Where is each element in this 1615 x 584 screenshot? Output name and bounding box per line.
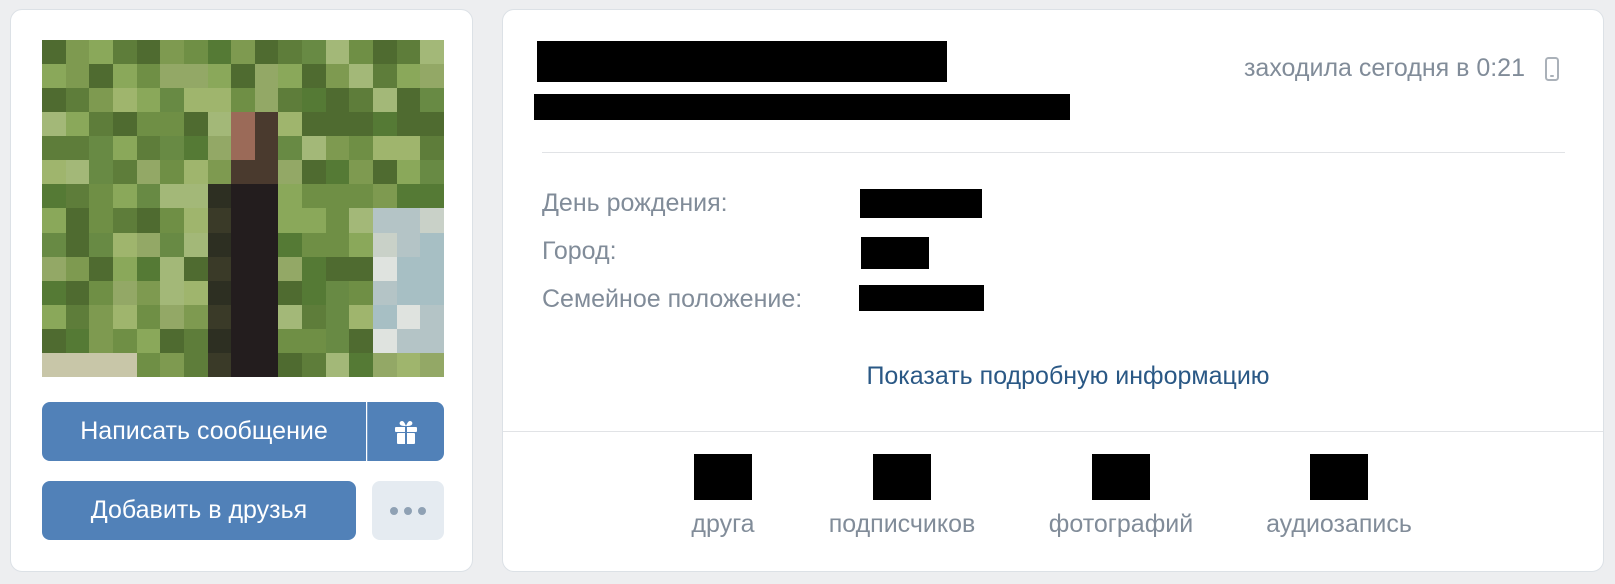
gift-icon [395,420,417,444]
redacted-status [534,94,1070,120]
gift-button[interactable] [367,402,444,461]
redacted-count [1092,454,1150,500]
profile-info-card: заходила сегодня в 0:21 День рождения: Г… [502,9,1604,572]
phone-icon [1545,57,1559,81]
redacted-count [1310,454,1368,500]
profile-avatar[interactable] [42,40,444,377]
more-actions-button[interactable] [372,481,444,540]
last-seen-text: заходила сегодня в 0:21 [1243,54,1525,82]
redacted-birthday-value [860,189,982,218]
send-message-label: Написать сообщение [80,417,328,445]
counter-audio[interactable]: аудиозапись [1239,454,1439,539]
counters-divider [503,431,1603,432]
profile-left-card: Написать сообщение Добавить в друзья [10,9,473,572]
add-friend-button[interactable]: Добавить в друзья [42,481,356,540]
info-label-city: Город: [542,237,617,265]
redacted-count [873,454,931,500]
counter-label: друга [691,510,755,538]
more-dots-icon [390,506,426,515]
counter-label: подписчиков [828,510,976,538]
counter-photos[interactable]: фотографий [1021,454,1221,539]
counter-label: фотографий [1048,510,1194,538]
send-message-button[interactable]: Написать сообщение [42,402,366,461]
counter-friends[interactable]: друга [623,454,823,539]
show-details-link[interactable]: Показать подробную информацию [503,362,1615,391]
header-divider [542,152,1565,153]
redacted-name [537,41,947,82]
counter-followers[interactable]: подписчиков [802,454,1002,539]
add-friend-label: Добавить в друзья [90,496,308,524]
info-label-birthday: День рождения: [542,189,728,217]
info-label-relationship: Семейное положение: [542,285,803,313]
counter-label: аудиозапись [1266,510,1412,538]
redacted-count [694,454,752,500]
redacted-relationship-value [859,285,984,311]
redacted-city-value[interactable] [861,237,929,269]
